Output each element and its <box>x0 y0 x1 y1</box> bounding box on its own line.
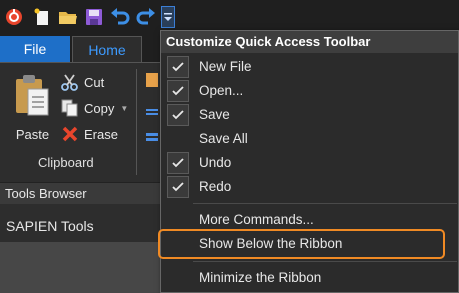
menu-item-label: More Commands... <box>199 212 314 227</box>
redo-icon[interactable] <box>136 7 156 27</box>
paste-label: Paste <box>15 127 50 142</box>
tools-browser-item[interactable]: SAPIEN Tools <box>6 218 94 234</box>
copy-label: Copy <box>84 100 115 116</box>
menu-item-label: Save All <box>199 131 248 146</box>
undo-icon[interactable] <box>110 7 130 27</box>
menu-title: Customize Quick Access Toolbar <box>166 34 371 49</box>
tab-file[interactable]: File <box>0 36 70 62</box>
clipboard-icon <box>16 75 49 116</box>
menu-item-redo[interactable]: Redo <box>161 175 458 199</box>
cut-button[interactable]: Cut <box>60 71 104 93</box>
tab-home[interactable]: Home <box>72 36 142 62</box>
menu-item-label: Open... <box>199 83 244 98</box>
erase-label: Erase <box>84 126 118 142</box>
copy-button[interactable]: Copy ▼ <box>60 97 128 119</box>
menu-item-save[interactable]: Save <box>161 103 458 127</box>
menu-item-minimize-ribbon[interactable]: Minimize the Ribbon <box>161 266 458 290</box>
scissors-icon <box>60 72 80 92</box>
checkmark-icon <box>167 80 189 102</box>
menu-item-label: Save <box>199 107 230 122</box>
new-file-icon[interactable] <box>32 7 52 27</box>
checkmark-icon <box>167 176 189 198</box>
open-folder-icon[interactable] <box>58 7 78 27</box>
menu-separator <box>193 261 457 262</box>
checkmark-icon <box>167 152 189 174</box>
tools-browser-title: Tools Browser <box>5 186 87 201</box>
menu-separator <box>193 203 457 204</box>
paste-button[interactable]: Paste <box>10 71 55 151</box>
erase-x-icon <box>60 124 80 144</box>
menu-item-new-file[interactable]: New File <box>161 55 458 79</box>
menu-item-undo[interactable]: Undo <box>161 151 458 175</box>
menu-item-open[interactable]: Open... <box>161 79 458 103</box>
menu-item-label: Undo <box>199 155 232 170</box>
chevron-down-icon <box>164 13 172 21</box>
menu-item-label: Redo <box>199 179 232 194</box>
checkmark-icon <box>167 104 189 126</box>
menu-header: Customize Quick Access Toolbar <box>161 31 458 53</box>
group-divider <box>136 69 137 175</box>
app-logo-icon[interactable] <box>4 7 24 27</box>
checkmark-icon <box>167 56 189 78</box>
save-icon[interactable] <box>84 7 104 27</box>
erase-button[interactable]: Erase <box>60 123 118 145</box>
menu-item-save-all[interactable]: Save All <box>161 127 458 151</box>
partial-ribbon-icons <box>144 71 160 151</box>
chevron-down-icon[interactable]: ▼ <box>120 104 128 113</box>
menu-item-label: Minimize the Ribbon <box>199 270 322 285</box>
customize-toolbar-button[interactable] <box>161 6 175 28</box>
cut-label: Cut <box>84 74 105 90</box>
clipboard-group-label: Clipboard <box>38 155 94 170</box>
menu-item-label: New File <box>199 59 252 74</box>
highlight-annotation <box>158 229 445 259</box>
quick-access-toolbar <box>0 0 459 34</box>
copy-icon <box>60 98 80 118</box>
